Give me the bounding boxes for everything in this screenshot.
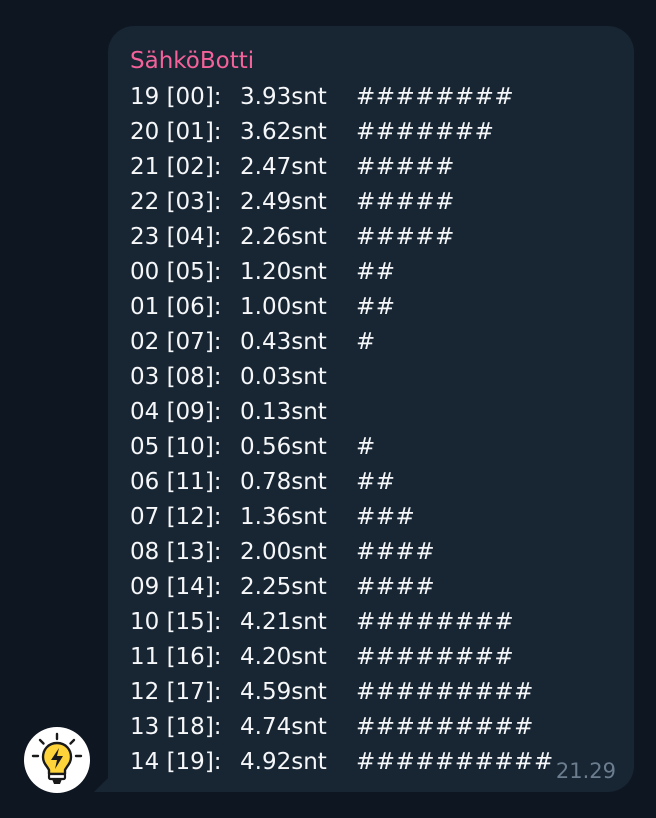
price-value: 2.25snt: [240, 574, 327, 600]
hour-label: 04 [09]:: [130, 399, 222, 425]
price-bar: ####: [356, 574, 436, 600]
hour-label: 10 [15]:: [130, 609, 222, 635]
price-value: 3.62snt: [240, 119, 327, 145]
hour-label: 03 [08]:: [130, 364, 222, 390]
price-value: 0.56snt: [240, 434, 327, 460]
price-bar: #####: [356, 154, 455, 180]
hour-label: 11 [16]:: [130, 644, 222, 670]
hour-label: 23 [04]:: [130, 224, 222, 250]
sender-name[interactable]: SähköBotti: [130, 46, 254, 76]
price-bar: #########: [356, 714, 534, 740]
hour-label: 13 [18]:: [130, 714, 222, 740]
price-value: 2.47snt: [240, 154, 327, 180]
price-value: 0.13snt: [240, 399, 327, 425]
hour-label: 21 [02]:: [130, 154, 222, 180]
hour-label: 00 [05]:: [130, 259, 222, 285]
price-bar: ########: [356, 84, 515, 110]
message-bubble[interactable]: SähköBotti 19 [00]: 3.93snt ######## 20 [01…: [108, 26, 634, 792]
price-bar: ###: [356, 504, 416, 530]
price-value: 1.00snt: [240, 294, 327, 320]
hour-label: 05 [10]:: [130, 434, 222, 460]
price-value: 4.74snt: [240, 714, 327, 740]
hour-label: 07 [12]:: [130, 504, 222, 530]
price-value: 0.78snt: [240, 469, 327, 495]
message-time: 21.29: [555, 759, 616, 783]
bot-avatar[interactable]: [24, 727, 90, 793]
price-value: 0.03snt: [240, 364, 327, 390]
hour-label: 20 [01]:: [130, 119, 222, 145]
hour-label: 19 [00]:: [130, 84, 222, 110]
price-value: 4.21snt: [240, 609, 327, 635]
price-value: 1.36snt: [240, 504, 327, 530]
hour-label: 09 [14]:: [130, 574, 222, 600]
price-value: 3.93snt: [240, 84, 327, 110]
hour-label: 12 [17]:: [130, 679, 222, 705]
price-value: 4.20snt: [240, 644, 327, 670]
lightbulb-lightning-icon: [31, 732, 83, 784]
hour-label: 06 [11]:: [130, 469, 222, 495]
price-bar: ##########: [356, 749, 554, 775]
price-value: 2.26snt: [240, 224, 327, 250]
hour-label: 14 [19]:: [130, 749, 222, 775]
hour-label: 22 [03]:: [130, 189, 222, 215]
hour-label: 08 [13]:: [130, 539, 222, 565]
price-value: 2.49snt: [240, 189, 327, 215]
price-bar: ##: [356, 294, 396, 320]
price-bar: #####: [356, 224, 455, 250]
price-bar: ########: [356, 644, 515, 670]
price-bar: ##: [356, 469, 396, 495]
price-value: 2.00snt: [240, 539, 327, 565]
hour-label: 01 [06]:: [130, 294, 222, 320]
price-bar: #######: [356, 119, 495, 145]
price-bar: #####: [356, 189, 455, 215]
price-bar: ########: [356, 609, 515, 635]
hour-label: 02 [07]:: [130, 329, 222, 355]
price-bar: #########: [356, 679, 534, 705]
price-value: 0.43snt: [240, 329, 327, 355]
price-value: 1.20snt: [240, 259, 327, 285]
price-value: 4.92snt: [240, 749, 327, 775]
price-bar: ##: [356, 259, 396, 285]
price-bar: #: [356, 329, 376, 355]
price-bar: #: [356, 434, 376, 460]
price-value: 4.59snt: [240, 679, 327, 705]
price-bar: ####: [356, 539, 436, 565]
